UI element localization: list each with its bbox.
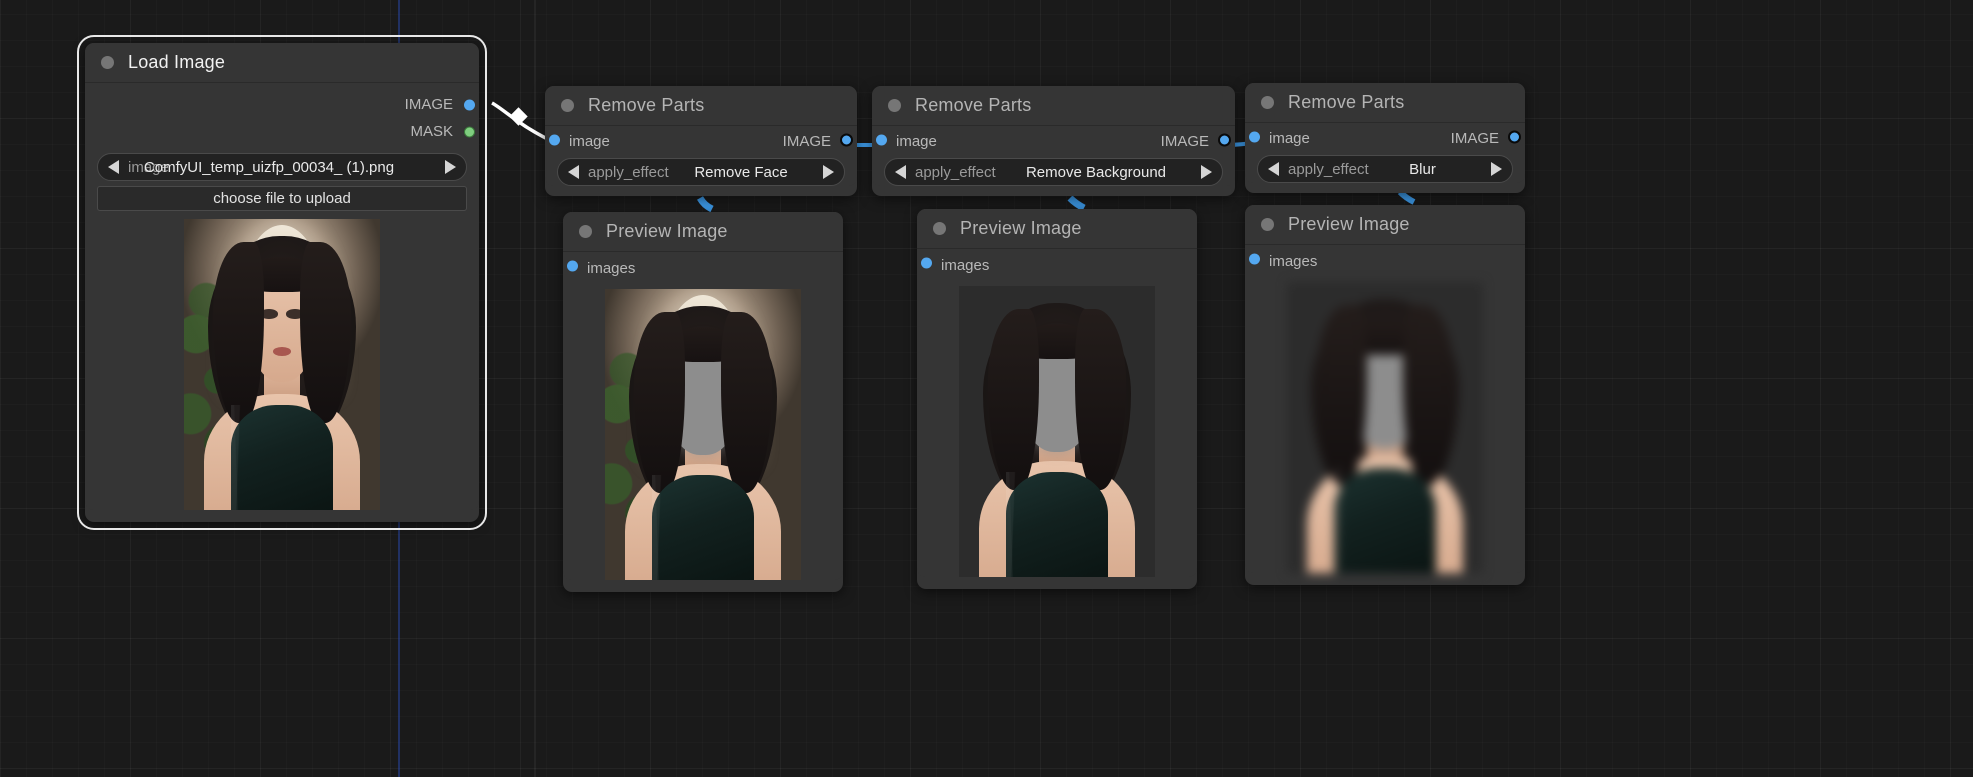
node-header-load-image[interactable]: Load Image (85, 43, 479, 83)
widget-apply-effect[interactable]: apply_effect Remove Background (884, 158, 1223, 186)
node-title: Load Image (128, 52, 226, 72)
widget-value: Remove Face (694, 163, 788, 181)
collapse-dot-icon[interactable] (101, 56, 114, 69)
node-header-remove-parts-2[interactable]: Remove Parts (872, 86, 1235, 126)
widget-name: apply_effect (915, 163, 996, 181)
collapse-dot-icon[interactable] (933, 222, 946, 235)
node-title: Preview Image (606, 221, 728, 241)
output-slot-label: IMAGE (404, 96, 453, 113)
chevron-left-icon[interactable] (568, 165, 579, 179)
chevron-left-icon[interactable] (108, 160, 119, 174)
widget-apply-effect[interactable]: apply_effect Remove Face (557, 158, 845, 186)
photo-hair-left (213, 242, 265, 423)
chevron-right-icon[interactable] (1201, 165, 1212, 179)
photo-dress (1334, 468, 1436, 573)
node-body-preview-2: images (917, 249, 1197, 577)
node-preview-image-1[interactable]: Preview Image images (563, 212, 843, 592)
photo-hair-left (634, 312, 686, 493)
mask-slot-dot[interactable] (464, 126, 475, 137)
images-input-dot[interactable] (567, 260, 578, 271)
image-slot-dot[interactable] (464, 99, 475, 110)
image-input-dot[interactable] (549, 134, 560, 145)
node-header-remove-parts-3[interactable]: Remove Parts (1245, 83, 1525, 123)
collapse-dot-icon[interactable] (561, 99, 574, 112)
node-body-remove-parts-1: image IMAGE apply_effect Remove Face (545, 126, 857, 186)
slot-row-images[interactable]: images (1245, 245, 1525, 272)
canvas-guide-line (534, 0, 536, 777)
image-preview-wrapper (929, 286, 1185, 577)
images-input-dot[interactable] (921, 257, 932, 268)
image-input-dot[interactable] (876, 134, 887, 145)
widget-name: apply_effect (588, 163, 669, 181)
node-body-preview-3: images (1245, 245, 1525, 573)
collapse-dot-icon[interactable] (579, 225, 592, 238)
chevron-right-icon[interactable] (445, 160, 456, 174)
node-title: Preview Image (960, 218, 1082, 238)
collapse-dot-icon[interactable] (888, 99, 901, 112)
widget-name: apply_effect (1288, 160, 1369, 178)
image-preview-wrapper (97, 219, 467, 510)
node-body-load-image: IMAGE MASK image ComfyUI_temp_uizfp_0003… (85, 91, 479, 510)
node-remove-parts-3[interactable]: Remove Parts image IMAGE apply_effect Bl… (1245, 83, 1525, 193)
image-output-dot[interactable] (840, 133, 853, 146)
image-input-dot[interactable] (1249, 131, 1260, 142)
node-body-preview-1: images (563, 252, 843, 580)
photo-hair-left (988, 309, 1040, 490)
node-header-preview-2[interactable]: Preview Image (917, 209, 1197, 249)
preview-image-output[interactable] (959, 286, 1155, 577)
choose-file-to-upload-button[interactable]: choose file to upload (97, 186, 467, 211)
photo-dress (231, 405, 333, 510)
node-title: Remove Parts (1288, 92, 1405, 112)
collapse-dot-icon[interactable] (1261, 96, 1274, 109)
preview-image-output[interactable] (1287, 282, 1483, 573)
photo-dress (1006, 472, 1108, 577)
photo-lips (273, 347, 291, 356)
slot-row-image[interactable]: image IMAGE (872, 126, 1235, 153)
node-header-preview-1[interactable]: Preview Image (563, 212, 843, 252)
node-body-remove-parts-3: image IMAGE apply_effect Blur (1245, 123, 1525, 183)
image-output-dot[interactable] (1218, 133, 1231, 146)
node-title: Remove Parts (915, 95, 1032, 115)
node-header-remove-parts-1[interactable]: Remove Parts (545, 86, 857, 126)
node-title: Remove Parts (588, 95, 705, 115)
widget-value: ComfyUI_temp_uizfp_00034_ (1).png (143, 158, 395, 176)
image-output-dot[interactable] (1508, 130, 1521, 143)
chevron-left-icon[interactable] (1268, 162, 1279, 176)
widget-apply-effect[interactable]: apply_effect Blur (1257, 155, 1513, 183)
node-preview-image-3[interactable]: Preview Image images (1245, 205, 1525, 585)
widget-value: Blur (1409, 160, 1436, 178)
node-preview-image-2[interactable]: Preview Image images (917, 209, 1197, 589)
images-input-dot[interactable] (1249, 253, 1260, 264)
widget-image-combo[interactable]: image ComfyUI_temp_uizfp_00034_ (1).png (97, 153, 467, 181)
preview-image-output[interactable] (605, 289, 801, 580)
node-remove-parts-1[interactable]: Remove Parts image IMAGE apply_effect Re… (545, 86, 857, 196)
slot-row-image[interactable]: image IMAGE (545, 126, 857, 153)
chevron-right-icon[interactable] (823, 165, 834, 179)
node-body-remove-parts-2: image IMAGE apply_effect Remove Backgrou… (872, 126, 1235, 186)
collapse-dot-icon[interactable] (1261, 218, 1274, 231)
node-remove-parts-2[interactable]: Remove Parts image IMAGE apply_effect Re… (872, 86, 1235, 196)
slot-row-images[interactable]: images (563, 252, 843, 279)
image-preview-wrapper (575, 289, 831, 580)
output-slot-image[interactable]: IMAGE (85, 91, 479, 118)
node-title: Preview Image (1288, 214, 1410, 234)
chevron-right-icon[interactable] (1491, 162, 1502, 176)
widget-value: Remove Background (1025, 163, 1167, 181)
photo-dress (652, 475, 754, 580)
output-slot-label: MASK (410, 123, 453, 140)
chevron-left-icon[interactable] (895, 165, 906, 179)
photo-hair-left (1316, 305, 1368, 486)
node-load-image[interactable]: Load Image IMAGE MASK image ComfyUI_temp… (77, 35, 487, 530)
image-preview-wrapper (1257, 282, 1513, 573)
slot-row-images[interactable]: images (917, 249, 1197, 276)
node-header-preview-3[interactable]: Preview Image (1245, 205, 1525, 245)
slot-row-image[interactable]: image IMAGE (1245, 123, 1525, 150)
node-graph-canvas[interactable]: Load Image IMAGE MASK image ComfyUI_temp… (0, 0, 1973, 777)
output-slot-mask[interactable]: MASK (85, 118, 479, 145)
loaded-image-preview[interactable] (184, 219, 380, 510)
